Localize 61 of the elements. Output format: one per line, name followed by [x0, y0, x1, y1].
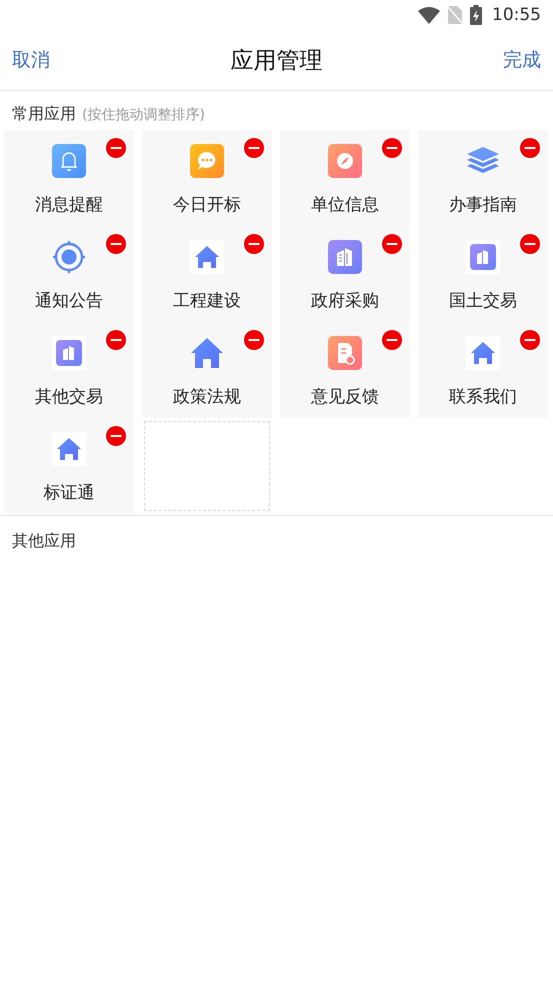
battery-icon [470, 5, 482, 25]
building-icon [51, 335, 87, 371]
building-icon [327, 239, 363, 275]
compass-icon [327, 143, 363, 179]
app-label: 标证通 [44, 482, 94, 504]
remove-icon[interactable] [520, 138, 540, 158]
app-label: 工程建设 [173, 290, 241, 312]
remove-icon[interactable] [244, 330, 264, 350]
remove-icon[interactable] [244, 138, 264, 158]
clock-time: 10:55 [492, 5, 541, 25]
remove-icon[interactable] [382, 234, 402, 254]
no-sim-icon [448, 6, 462, 24]
remove-icon[interactable] [520, 330, 540, 350]
section-title: 常用应用 [12, 104, 76, 125]
app-tile[interactable]: 工程建设 [142, 226, 272, 322]
app-tile[interactable]: 单位信息 [280, 130, 410, 226]
page-title: 应用管理 [230, 46, 322, 76]
app-label: 其他交易 [35, 386, 103, 408]
house-icon [465, 335, 501, 371]
house-icon [51, 431, 87, 467]
app-label: 消息提醒 [35, 194, 103, 216]
remove-icon[interactable] [244, 234, 264, 254]
app-label: 政策法规 [173, 386, 241, 408]
remove-icon[interactable] [106, 426, 126, 446]
chat-icon [189, 143, 225, 179]
app-tile[interactable]: 通知公告 [4, 226, 134, 322]
app-tile[interactable]: 政府采购 [280, 226, 410, 322]
app-label: 意见反馈 [311, 386, 379, 408]
building-icon [465, 239, 501, 275]
cancel-button[interactable]: 取消 [12, 47, 50, 73]
app-tile[interactable]: 今日开标 [142, 130, 272, 226]
wifi-icon [418, 6, 440, 24]
bell-icon [51, 143, 87, 179]
app-label: 单位信息 [311, 194, 379, 216]
section-title: 其他应用 [12, 531, 76, 550]
remove-icon[interactable] [382, 138, 402, 158]
app-tile[interactable]: 标证通 [4, 418, 134, 514]
document-icon [327, 335, 363, 371]
remove-icon[interactable] [382, 330, 402, 350]
house-icon [189, 335, 225, 371]
remove-icon[interactable] [106, 330, 126, 350]
section-hint: (按住拖动调整排序) [82, 106, 205, 124]
app-label: 办事指南 [449, 194, 517, 216]
remove-icon[interactable] [106, 234, 126, 254]
target-icon [51, 239, 87, 275]
app-label: 通知公告 [35, 290, 103, 312]
remove-icon[interactable] [106, 138, 126, 158]
app-label: 国土交易 [449, 290, 517, 312]
app-label: 联系我们 [449, 386, 517, 408]
house-icon [189, 239, 225, 275]
app-tile[interactable]: 消息提醒 [4, 130, 134, 226]
app-tile[interactable]: 办事指南 [418, 130, 548, 226]
app-label: 政府采购 [311, 290, 379, 312]
remove-icon[interactable] [520, 234, 540, 254]
app-tile[interactable]: 联系我们 [418, 322, 548, 418]
app-label: 今日开标 [173, 194, 241, 216]
app-tile[interactable]: 国土交易 [418, 226, 548, 322]
app-tile[interactable]: 其他交易 [4, 322, 134, 418]
done-button[interactable]: 完成 [503, 47, 541, 73]
app-tile[interactable]: 政策法规 [142, 322, 272, 418]
app-tile[interactable]: 意见反馈 [280, 322, 410, 418]
